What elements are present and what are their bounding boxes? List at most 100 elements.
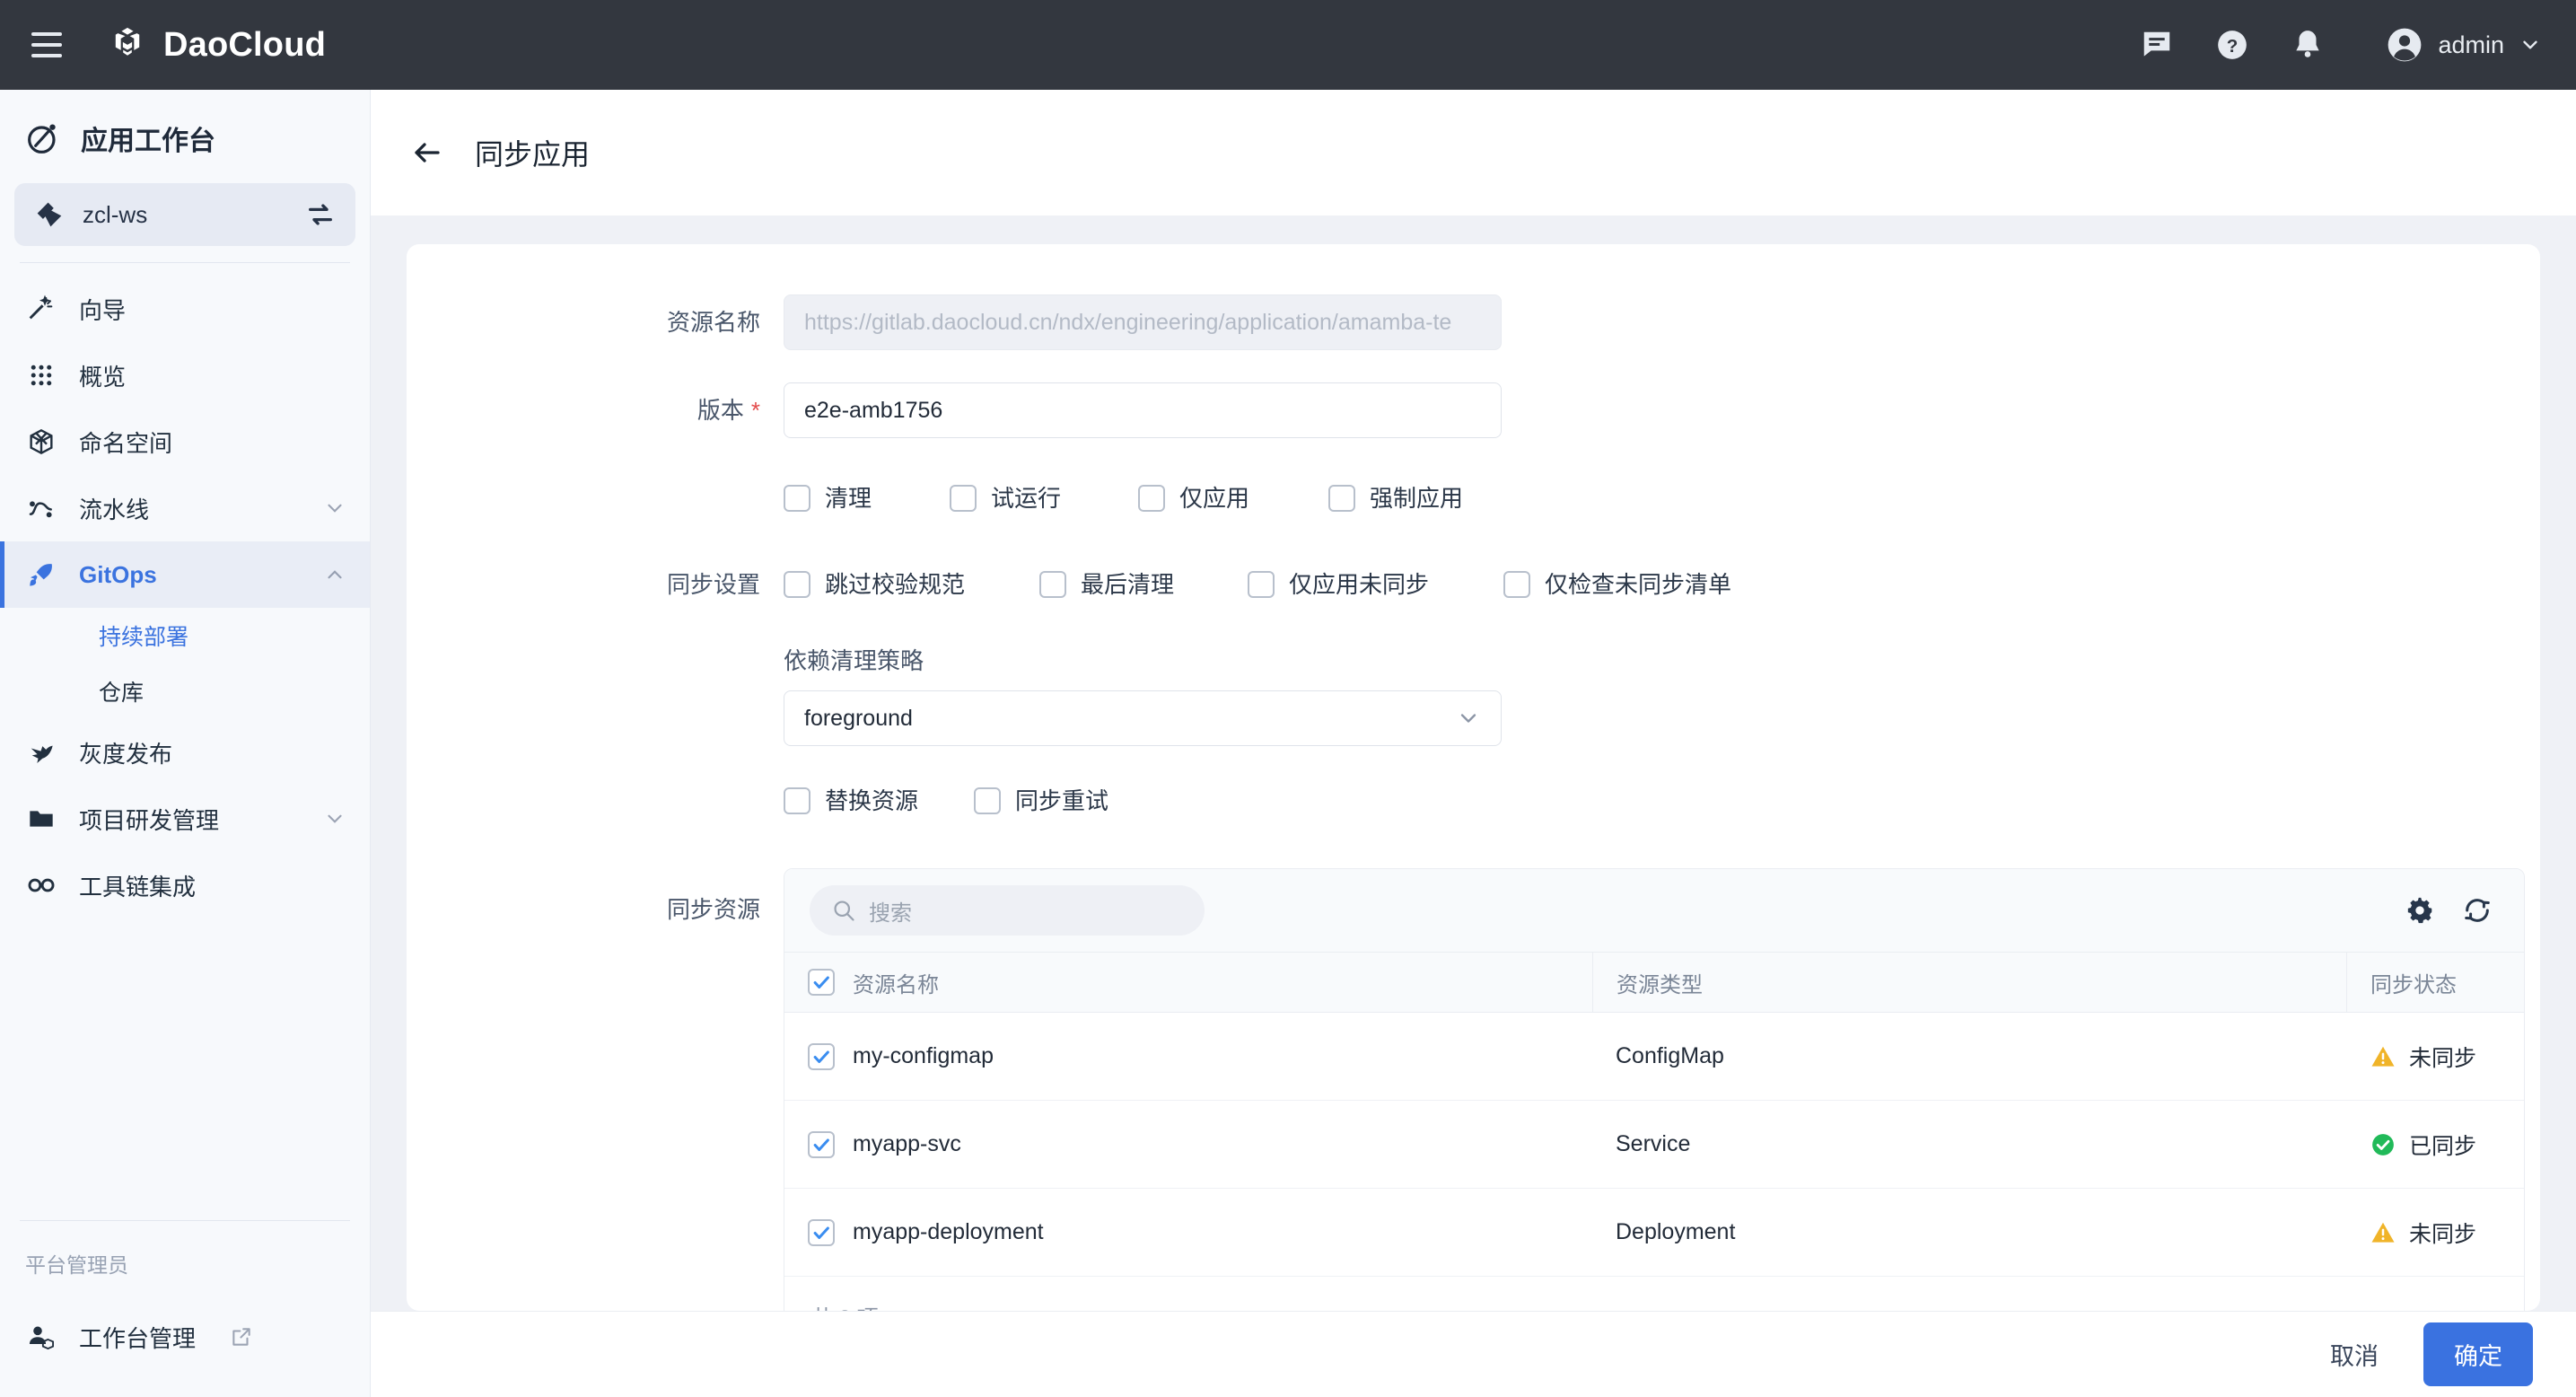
admin-section-label: 平台管理员 [0,1235,370,1304]
checkbox-box[interactable] [784,571,810,598]
status-text: 未同步 [2409,1041,2476,1073]
sidebar-divider-bottom [20,1220,350,1221]
table-toolbar: 搜索 [784,869,2524,952]
table-header-name: 资源名称 [784,952,1592,1013]
user-menu[interactable]: admin [2386,26,2542,64]
select-all-checkbox[interactable] [808,969,835,996]
sidebar-item-gitops[interactable]: GitOps [0,541,370,608]
checkbox-box[interactable] [1503,571,1530,598]
sidebar-item-project-management[interactable]: 项目研发管理 [0,786,370,852]
resource-name: myapp-svc [853,1131,961,1157]
checkbox-label: 强制应用 [1370,470,1463,526]
chevron-down-icon[interactable] [323,807,346,830]
version-input[interactable]: e2e-amb1756 [784,382,1502,438]
checkbox-box[interactable] [974,787,1001,814]
checkbox-prune-last[interactable]: 最后清理 [1039,557,1248,612]
checkbox-label: 仅应用 [1179,470,1249,526]
topbar-actions: ? admin [2136,24,2542,66]
chevron-up-icon[interactable] [323,563,346,586]
resource-name: my-configmap [853,1043,994,1069]
prune-policy-field: 依赖清理策略 foreground [784,643,1502,746]
checkbox-label: 同步重试 [1015,773,1108,829]
resource-name-field-wrap: https://gitlab.daocloud.cn/ndx/engineeri… [784,294,1502,350]
checkbox-label: 仅检查未同步清单 [1545,557,1731,612]
svg-text:?: ? [2227,36,2239,57]
cancel-button[interactable]: 取消 [2316,1328,2393,1381]
refresh-icon[interactable] [2458,891,2497,930]
checkbox-check-out-of-sync-list-only[interactable]: 仅检查未同步清单 [1503,557,1731,612]
checkbox-apply-out-of-sync-only[interactable]: 仅应用未同步 [1248,557,1503,612]
chevron-down-icon[interactable] [323,496,346,520]
workspace-name: zcl-ws [83,201,287,229]
confirm-button[interactable]: 确定 [2423,1322,2533,1386]
checkbox-label: 清理 [825,470,872,526]
workspace-switcher[interactable]: zcl-ws [14,183,355,246]
sync-settings-group: 跳过校验规范 最后清理 仅应用未同步 [784,557,1731,612]
sidebar-item-namespace[interactable]: 命名空间 [0,409,370,475]
prune-policy-select[interactable]: foreground [784,690,1502,746]
gear-icon[interactable] [2400,891,2440,930]
page-title: 同步应用 [475,132,590,173]
sidebar-item-toolchain[interactable]: 工具链集成 [0,852,370,918]
cell-type: Deployment [1592,1189,2346,1277]
checkbox-replace-resource[interactable]: 替换资源 [784,773,974,829]
checkbox-box[interactable] [950,485,977,512]
checkbox-force-apply[interactable]: 强制应用 [1328,470,1463,526]
checkbox-box[interactable] [1248,571,1275,598]
sidebar-item-workbench-admin[interactable]: 工作台管理 [0,1304,370,1370]
switch-workspace-icon[interactable] [305,199,336,230]
top-bar: DaoCloud ? admin [0,0,2576,90]
table-row[interactable]: myapp-svc Service 已同步 [784,1101,2524,1189]
search-input[interactable]: 搜索 [810,885,1205,936]
resource-name: myapp-deployment [853,1219,1044,1245]
sidebar-item-canary-release[interactable]: 灰度发布 [0,719,370,786]
table-header-status: 同步状态 [2346,952,2524,1013]
cell-status: 未同步 [2346,1013,2524,1101]
sidebar: 应用工作台 zcl-ws [0,90,371,1397]
checkbox-box[interactable] [784,485,810,512]
options-1-group: 清理 试运行 仅应用 [784,470,1463,526]
sidebar-item-label: 向导 [79,293,346,326]
sidebar-item-overview[interactable]: 概览 [0,342,370,409]
sidebar-item-pipeline[interactable]: 流水线 [0,475,370,541]
checkbox-skip-validation[interactable]: 跳过校验规范 [784,557,1039,612]
sidebar-item-wizard[interactable]: 向导 [0,276,370,342]
resource-name-label: 资源名称 [407,294,784,350]
checkbox-sync-retry[interactable]: 同步重试 [974,773,1108,829]
hamburger-icon[interactable] [27,25,66,65]
cell-name: myapp-svc [784,1101,1592,1189]
status-badge: 已同步 [2370,1129,2476,1161]
sync-settings-label: 同步设置 [407,557,784,612]
table-row[interactable]: my-configmap ConfigMap 未同步 [784,1013,2524,1101]
checkbox-box[interactable] [784,787,810,814]
resource-name-input: https://gitlab.daocloud.cn/ndx/engineeri… [784,294,1502,350]
sidebar-subitem-continuous-deployment[interactable]: 持续部署 [0,608,370,663]
sidebar-item-label: 工作台管理 [79,1321,196,1354]
row-checkbox[interactable] [808,1043,835,1070]
checkbox-box[interactable] [1138,485,1165,512]
checkbox-cleanup[interactable]: 清理 [784,470,950,526]
table-row[interactable]: myapp-deployment Deployment 未同步 [784,1189,2524,1277]
workspace-header: 应用工作台 [0,97,370,178]
sidebar-item-label: 流水线 [79,492,303,525]
form-row-version: 版本* e2e-amb1756 [407,382,2540,438]
sidebar-subitem-repository[interactable]: 仓库 [0,663,370,719]
checkbox-box[interactable] [1039,571,1066,598]
checkbox-box[interactable] [1328,485,1355,512]
bell-icon[interactable] [2287,24,2328,66]
brand-logo[interactable]: DaoCloud [108,25,326,65]
body: 应用工作台 zcl-ws [0,90,2576,1397]
row-checkbox[interactable] [808,1219,835,1246]
checkbox-label: 最后清理 [1081,557,1174,612]
infinity-icon [23,870,59,901]
checkbox-apply-only[interactable]: 仅应用 [1138,470,1328,526]
options-3-spacer [407,773,784,829]
workbench-icon [25,120,61,156]
row-checkbox[interactable] [808,1131,835,1158]
help-icon[interactable]: ? [2212,24,2253,66]
sidebar-subitem-label: 仓库 [99,675,144,707]
checkbox-dry-run[interactable]: 试运行 [950,470,1138,526]
checkbox-label: 试运行 [991,470,1061,526]
arrow-left-icon[interactable] [407,132,448,173]
message-icon[interactable] [2136,24,2177,66]
